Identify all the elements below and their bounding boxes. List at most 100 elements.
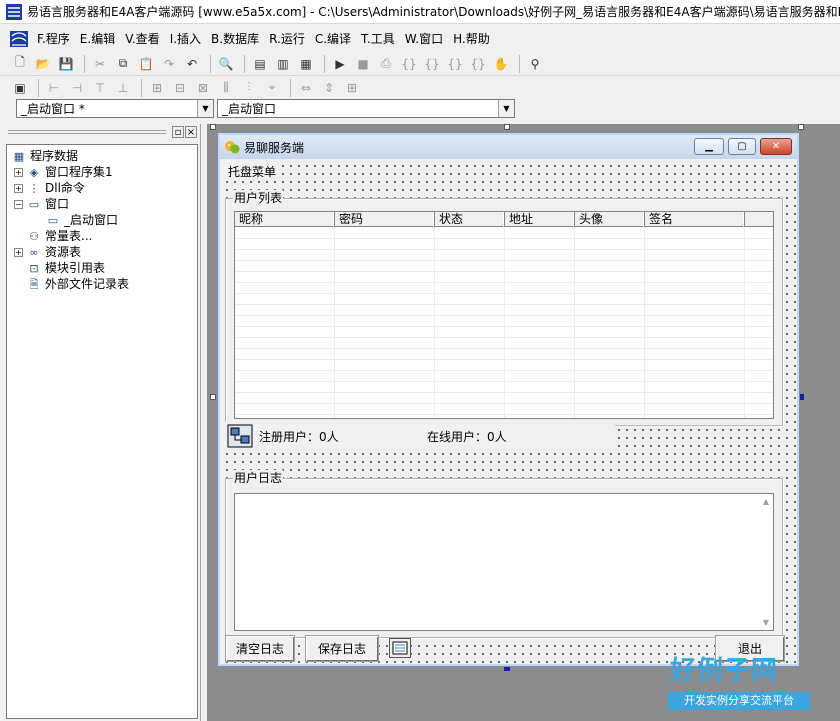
new-file-icon[interactable]: 🗋: [10, 54, 30, 74]
layout-panel-icon[interactable]: ▦: [296, 54, 316, 74]
redo-icon[interactable]: ↷: [159, 54, 179, 74]
object-selector[interactable]: _启动窗口 * ▼: [16, 99, 214, 118]
paste-icon[interactable]: 📋: [136, 54, 156, 74]
log-scrollbar[interactable]: ▲ ▼: [759, 494, 773, 630]
scroll-down-icon[interactable]: ▼: [763, 618, 769, 627]
tree-item-start-window[interactable]: ▭ _启动窗口: [7, 212, 197, 228]
run-icon[interactable]: ▶: [330, 54, 350, 74]
close-icon[interactable]: ✕: [760, 138, 792, 155]
binoculars-icon[interactable]: ⚲: [525, 54, 545, 74]
stop-icon[interactable]: ■: [353, 54, 373, 74]
expand-icon[interactable]: +: [14, 247, 23, 257]
tray-menu-label[interactable]: 托盘菜单: [225, 164, 280, 180]
open-folder-icon[interactable]: 📂: [33, 54, 53, 74]
step-out-icon[interactable]: {}: [445, 54, 465, 74]
layout-split-icon[interactable]: ▥: [273, 54, 293, 74]
cut-icon[interactable]: ✂: [90, 54, 110, 74]
column-signature[interactable]: 签名: [645, 212, 745, 227]
menu-compile[interactable]: C.编译: [310, 28, 356, 50]
align-center-icon[interactable]: ⊣: [67, 78, 87, 98]
chevron-down-icon[interactable]: ▼: [197, 100, 213, 117]
panel-grip[interactable]: [8, 130, 166, 134]
expand-icon[interactable]: +: [14, 167, 23, 177]
collapse-icon[interactable]: −: [14, 199, 23, 209]
layout-window-icon[interactable]: ▤: [250, 54, 270, 74]
menu-window[interactable]: W.窗口: [400, 28, 448, 50]
menu-tools[interactable]: T.工具: [356, 28, 400, 50]
undo-icon[interactable]: ↶: [182, 54, 202, 74]
column-avatar[interactable]: 头像: [575, 212, 645, 227]
file-record-icon: 🗎: [29, 277, 39, 291]
tree-item-resources[interactable]: + ∞ 资源表: [7, 244, 197, 260]
column-nickname[interactable]: 昵称: [235, 212, 335, 227]
resize-handle[interactable]: [210, 124, 216, 130]
debug-icon[interactable]: ⎙: [376, 54, 396, 74]
hand-icon[interactable]: ✋: [491, 54, 511, 74]
form-designer[interactable]: 易聊服务端 ▁ ▢ ✕ 托盘菜单 用户列表 昵称 密码 状态 地址 头像 签名: [207, 124, 840, 721]
center-vertical-icon[interactable]: ⇕: [319, 78, 339, 98]
alignment-toolbar: ▣ ⊢ ⊣ ⊤ ⊥ ⊞ ⊟ ⊠ ⫼ ⫶ ⌖ ⇔ ⇕ ⊞: [0, 76, 840, 100]
run-to-cursor-icon[interactable]: {}: [468, 54, 488, 74]
window-icon: ▭: [28, 197, 40, 211]
exit-button[interactable]: 退出: [715, 635, 785, 662]
space-vertical-icon[interactable]: ⫶: [239, 78, 259, 98]
column-password[interactable]: 密码: [335, 212, 435, 227]
center-form-icon[interactable]: ⌖: [262, 78, 282, 98]
tree-item-root[interactable]: ▦ 程序数据: [7, 148, 197, 164]
menu-file[interactable]: F.程序: [32, 28, 75, 50]
chevron-down-icon[interactable]: ▼: [498, 100, 514, 117]
step-into-icon[interactable]: {}: [399, 54, 419, 74]
copy-icon[interactable]: ⧉: [113, 54, 133, 74]
grid-icon[interactable]: ⊞: [342, 78, 362, 98]
expand-icon[interactable]: +: [14, 183, 23, 193]
menu-insert[interactable]: I.插入: [165, 28, 206, 50]
align-top-icon[interactable]: ⊤: [90, 78, 110, 98]
timer-component-icon[interactable]: [389, 638, 411, 658]
project-panel: ▫ × ▦ 程序数据 + ◈ 窗口程序集1 + ⋮ Dll命令 − ▭ 窗口 ▭…: [4, 124, 201, 721]
save-log-button[interactable]: 保存日志: [305, 635, 379, 662]
user-list-body[interactable]: [235, 228, 773, 418]
save-icon[interactable]: 💾: [56, 54, 76, 74]
resize-handle[interactable]: [210, 394, 216, 400]
resize-handle[interactable]: [798, 124, 804, 130]
project-tree[interactable]: ▦ 程序数据 + ◈ 窗口程序集1 + ⋮ Dll命令 − ▭ 窗口 ▭ _启动…: [6, 144, 198, 719]
user-log-textarea[interactable]: ▲ ▼: [234, 493, 774, 631]
minimize-icon[interactable]: ▁: [694, 138, 724, 155]
tree-item-constants[interactable]: ⚇ 常量表...: [7, 228, 197, 244]
tree-item-assembly[interactable]: + ◈ 窗口程序集1: [7, 164, 197, 180]
align-left-icon[interactable]: ⊢: [44, 78, 64, 98]
properties-icon[interactable]: ▣: [10, 78, 30, 98]
computer-network-icon: [227, 424, 253, 448]
menu-help[interactable]: H.帮助: [448, 28, 495, 50]
restore-panel-icon[interactable]: ▫: [172, 126, 184, 138]
same-height-icon[interactable]: ⊟: [170, 78, 190, 98]
center-horizontal-icon[interactable]: ⇔: [296, 78, 316, 98]
menu-run[interactable]: R.运行: [264, 28, 310, 50]
scroll-up-icon[interactable]: ▲: [763, 497, 769, 506]
menu-database[interactable]: B.数据库: [206, 28, 264, 50]
menu-edit[interactable]: E.编辑: [75, 28, 120, 50]
close-panel-icon[interactable]: ×: [185, 126, 197, 138]
column-address[interactable]: 地址: [505, 212, 575, 227]
toolbar-separator: [290, 78, 291, 97]
step-over-icon[interactable]: {}: [422, 54, 442, 74]
clear-log-button[interactable]: 清空日志: [225, 635, 295, 662]
user-list-group: 用户列表 昵称 密码 状态 地址 头像 签名: [225, 190, 783, 426]
same-width-icon[interactable]: ⊞: [147, 78, 167, 98]
space-horizontal-icon[interactable]: ⫼: [216, 78, 236, 98]
tree-item-window[interactable]: − ▭ 窗口: [7, 196, 197, 212]
designed-form-window[interactable]: 易聊服务端 ▁ ▢ ✕ 托盘菜单 用户列表 昵称 密码 状态 地址 头像 签名: [217, 132, 800, 667]
tree-item-external-files[interactable]: 🗎 外部文件记录表: [7, 276, 197, 292]
tree-item-modules[interactable]: ⊡ 模块引用表: [7, 260, 197, 276]
user-list-view[interactable]: 昵称 密码 状态 地址 头像 签名: [234, 211, 774, 419]
column-status[interactable]: 状态: [435, 212, 505, 227]
align-bottom-icon[interactable]: ⊥: [113, 78, 133, 98]
event-selector[interactable]: _启动窗口 ▼: [217, 99, 515, 118]
resize-handle[interactable]: [504, 124, 510, 130]
find-icon[interactable]: 🔍: [216, 54, 236, 74]
same-size-icon[interactable]: ⊠: [193, 78, 213, 98]
registered-users-text: 注册用户：0人: [259, 430, 339, 444]
menu-view[interactable]: V.查看: [120, 28, 164, 50]
maximize-icon[interactable]: ▢: [728, 138, 756, 155]
tree-item-dll[interactable]: + ⋮ Dll命令: [7, 180, 197, 196]
